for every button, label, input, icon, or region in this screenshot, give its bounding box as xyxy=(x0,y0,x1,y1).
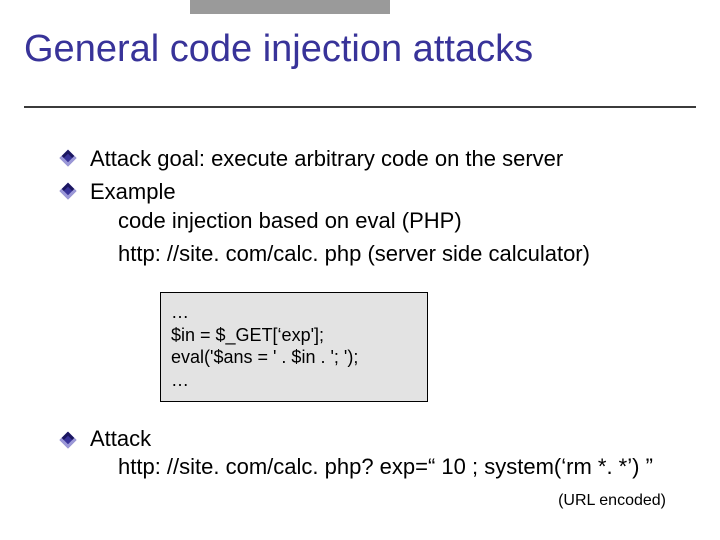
bullet-icon xyxy=(60,182,77,199)
code-line-1: … xyxy=(171,301,417,324)
code-sample-box: … $in = $_GET[‘exp']; eval('$ans = ' . $… xyxy=(160,292,428,402)
code-line-3: eval('$ans = ' . $in . '; '); xyxy=(171,346,417,369)
title-underline xyxy=(24,106,696,108)
bullet-goal-text: Attack goal: execute arbitrary code on t… xyxy=(90,146,563,171)
example-sub-2: http: //site. com/calc. php (server side… xyxy=(118,239,690,269)
bullet-icon xyxy=(60,432,77,449)
bullet-attack: Attack xyxy=(62,426,690,452)
bullet-icon xyxy=(60,150,77,167)
url-encoded-note: (URL encoded) xyxy=(558,492,666,510)
example-sub-1: code injection based on eval (PHP) xyxy=(118,206,690,236)
title-wrap: General code injection attacks xyxy=(24,30,696,70)
bullet-example-text: Example xyxy=(90,179,176,204)
code-line-4: … xyxy=(171,369,417,392)
bullet-attack-text: Attack xyxy=(90,426,151,451)
attack-sub-1: http: //site. com/calc. php? exp=“ 10 ; … xyxy=(118,454,690,480)
slide-title: General code injection attacks xyxy=(24,30,696,70)
bullet-example: Example code injection based on eval (PH… xyxy=(62,177,690,269)
code-line-2: $in = $_GET[‘exp']; xyxy=(171,324,417,347)
top-decor-bar xyxy=(190,0,390,14)
bullet-goal: Attack goal: execute arbitrary code on t… xyxy=(62,144,690,174)
body-content: Attack goal: execute arbitrary code on t… xyxy=(62,144,690,272)
attack-block: Attack http: //site. com/calc. php? exp=… xyxy=(62,426,690,480)
